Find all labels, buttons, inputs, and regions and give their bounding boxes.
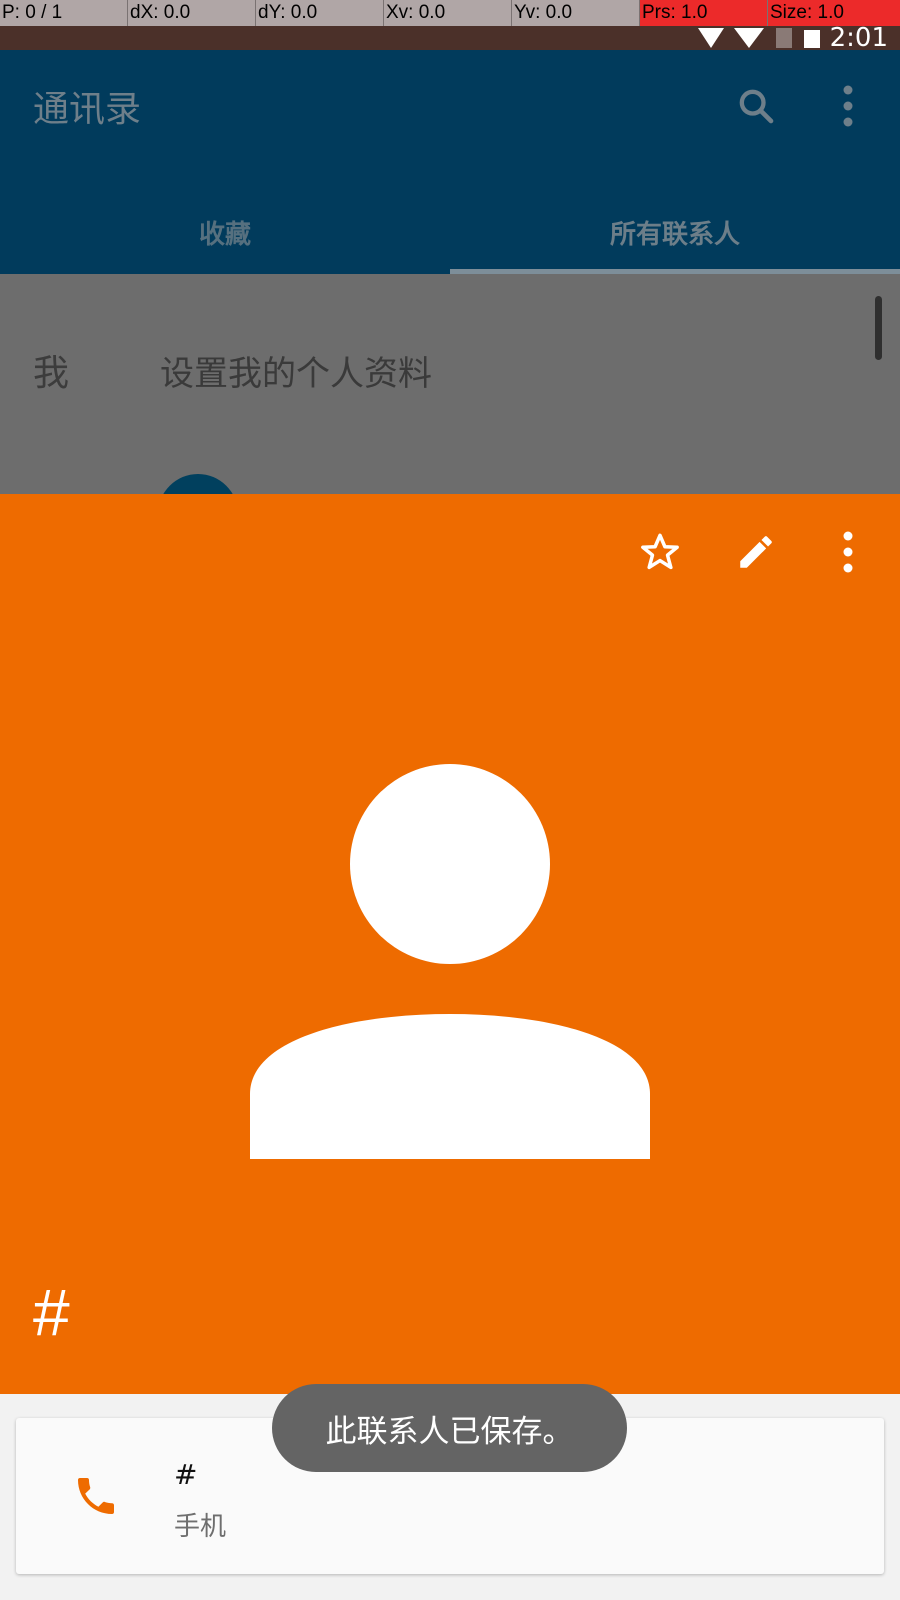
tab-all-contacts[interactable]: 所有联系人 [450,190,900,274]
contact-placeholder-icon [250,764,650,1159]
setup-profile-item[interactable]: 设置我的个人资料 [160,346,432,395]
contact-name: # [33,1275,70,1349]
edit-icon [740,536,772,568]
phone-type-label: 手机 [174,1512,227,1542]
quick-contact-header: # [0,494,900,1394]
wifi-icon [733,28,764,48]
debug-dy: dY: 0.0 [256,0,384,26]
debug-xv: Xv: 0.0 [384,0,512,26]
overflow-menu-button[interactable] [820,78,876,134]
phone-icon [78,1478,114,1514]
status-time: 2:01 [829,26,888,50]
avatar [158,474,238,494]
app-bar: 通讯录 收藏 所有联系人 [0,50,900,274]
more-vert-icon [843,531,853,573]
edit-button[interactable] [728,524,784,580]
no-sim-icon [775,28,792,48]
debug-prs: Prs: 1.0 [640,0,768,26]
app-title: 通讯录 [33,89,142,130]
pointer-debug-bar: P: 0 / 1 dX: 0.0 dY: 0.0 Xv: 0.0 Yv: 0.0… [0,0,900,26]
debug-size: Size: 1.0 [768,0,900,26]
tab-favorites[interactable]: 收藏 [0,190,450,274]
search-icon [739,89,774,124]
saved-toast: 此联系人已保存。 [272,1384,627,1472]
status-bar: 2:01 [0,26,900,50]
more-options-button[interactable] [820,524,876,580]
debug-dx: dX: 0.0 [128,0,256,26]
tab-bar: 收藏 所有联系人 [0,190,900,274]
signal-icon [697,28,724,48]
me-label: 我 [33,353,70,394]
scrollbar[interactable] [875,296,882,360]
favorite-button[interactable] [632,524,688,580]
star-icon [641,533,679,570]
debug-yv: Yv: 0.0 [512,0,640,26]
search-button[interactable] [728,78,784,134]
battery-icon [803,30,820,48]
contact-list: 我 设置我的个人资料 [0,274,900,494]
phone-number: # [174,1458,198,1491]
debug-pointer: P: 0 / 1 [0,0,128,26]
more-vert-icon [843,85,853,127]
